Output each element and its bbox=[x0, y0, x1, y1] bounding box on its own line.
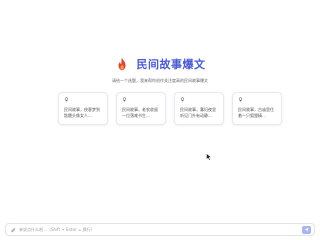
app-title: 民间故事爆文 bbox=[136, 58, 206, 71]
paperclip-icon[interactable] bbox=[10, 227, 16, 233]
lightbulb-icon bbox=[64, 97, 69, 102]
fire-icon bbox=[118, 57, 125, 71]
mouse-pointer-icon bbox=[206, 153, 212, 161]
brand-header: 民间故事爆文 bbox=[0, 56, 320, 72]
suggestion-card[interactable]: 民间故事，老农收留一位落难书生… bbox=[116, 92, 166, 125]
suggestion-card[interactable]: 民间故事，侠客梦到骷髅头像女人… bbox=[58, 92, 108, 125]
chat-app: 民间故事爆文 请给一个选题，我来帮你创作关注度高的民间故事爆文 民间故事，侠客梦… bbox=[0, 0, 320, 240]
suggestion-text: 民间故事，老农收留一位落难书生… bbox=[122, 107, 158, 118]
suggestion-text: 民间故事，侠客梦到骷髅头像女人… bbox=[64, 107, 100, 118]
suggestion-card[interactable]: 民间故事，古庙里住着一只狐狸精… bbox=[232, 92, 282, 125]
message-input[interactable] bbox=[19, 225, 299, 234]
suggestion-text: 民间故事，古庙里住着一只狐狸精… bbox=[238, 107, 274, 118]
suggestion-text: 民间故事，寡妇夜里听见门外有动静… bbox=[180, 107, 216, 118]
send-icon bbox=[304, 227, 309, 232]
suggestion-cards: 民间故事，侠客梦到骷髅头像女人… 民间故事，老农收留一位落难书生… 民间故事，寡… bbox=[58, 92, 282, 125]
lightbulb-icon bbox=[238, 97, 243, 102]
lightbulb-icon bbox=[122, 97, 127, 102]
suggestion-card[interactable]: 民间故事，寡妇夜里听见门外有动静… bbox=[174, 92, 224, 125]
message-composer bbox=[5, 223, 315, 236]
welcome-subtitle: 请给一个选题，我来帮你创作关注度高的民间故事爆文 bbox=[112, 78, 208, 83]
send-button[interactable] bbox=[302, 225, 311, 234]
lightbulb-icon bbox=[180, 97, 185, 102]
